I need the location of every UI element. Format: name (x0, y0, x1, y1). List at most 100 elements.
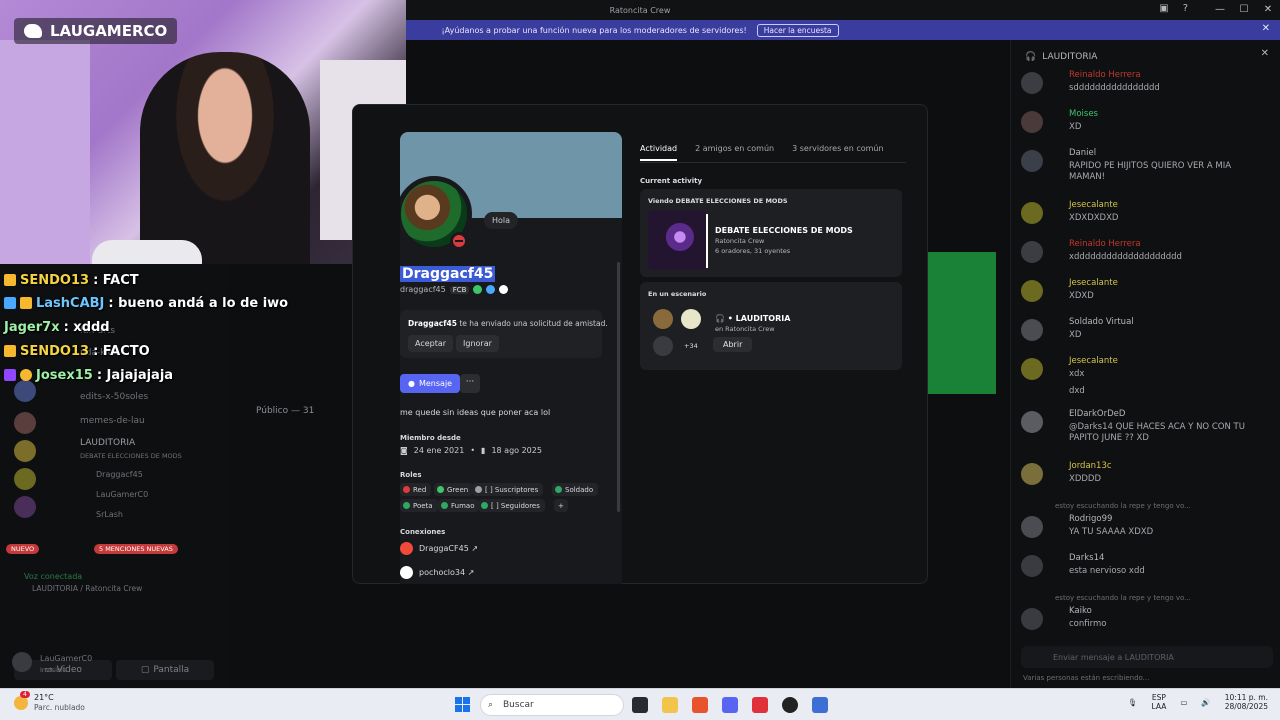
msg-author[interactable]: Darks14 (1069, 553, 1104, 563)
avatar[interactable] (1021, 202, 1043, 224)
msg-author[interactable]: Rodrigo99 (1069, 514, 1112, 524)
nitro-badge-icon[interactable] (473, 285, 483, 294)
start-button[interactable] (455, 697, 470, 712)
tab-mutual-friends[interactable]: 2 amigos en común (695, 144, 774, 161)
file-explorer-icon[interactable] (662, 697, 678, 713)
role-color-dot (437, 486, 444, 493)
anydesk-icon[interactable] (752, 697, 768, 713)
language-indicator[interactable]: ESP LAA (1152, 693, 1167, 712)
role-chip[interactable]: Poeta (400, 499, 438, 512)
survey-button[interactable]: Hacer la encuesta (756, 23, 839, 37)
crown-badge-icon (4, 345, 16, 357)
close-icon[interactable]: ✕ (1262, 23, 1270, 34)
avatar[interactable] (1021, 72, 1043, 94)
avatar[interactable] (12, 652, 32, 672)
activity-card-watching[interactable]: Viendo DEBATE ELECCIONES DE MODS DEBATE … (640, 189, 902, 277)
open-stage-button[interactable]: Abrir (713, 337, 753, 352)
msg-author[interactable]: Jesecalante (1069, 200, 1118, 210)
channel-edits[interactable]: edits-x-50soles (80, 392, 148, 402)
msg-author[interactable]: Reinaldo Herrera (1069, 239, 1141, 249)
profile-username[interactable]: draggacf45 (400, 285, 446, 294)
msg-author[interactable]: Jordan13c (1069, 461, 1112, 471)
connection-item[interactable]: DraggaCF45 ↗ (400, 542, 478, 555)
role-chip[interactable]: Green (434, 483, 474, 496)
server-icon[interactable] (14, 496, 36, 518)
tab-activity[interactable]: Actividad (640, 144, 678, 161)
voice-user[interactable]: SrLash (96, 510, 123, 519)
reply-preview[interactable]: estoy escuchando la repe y tengo vo... (1055, 594, 1191, 602)
role-chip[interactable]: Red (400, 483, 432, 496)
msg-author[interactable]: ElDarkOrDeD (1069, 409, 1125, 419)
avatar[interactable] (1021, 358, 1043, 380)
more-button[interactable]: ··· (460, 374, 480, 393)
tab-divider (640, 162, 906, 163)
role-chip[interactable]: Fumao (438, 499, 480, 512)
task-view-icon[interactable] (632, 697, 648, 713)
calculator-icon[interactable] (812, 697, 828, 713)
add-role-button[interactable]: + (554, 499, 568, 512)
msg-author[interactable]: Soldado Virtual (1069, 317, 1134, 327)
clock[interactable]: 10:11 p. m. 28/08/2025 (1225, 693, 1268, 712)
reddit-icon (400, 542, 413, 555)
voice-user[interactable]: LauGamerC0 (96, 490, 148, 499)
msg-author[interactable]: Reinaldo Herrera (1069, 70, 1141, 80)
microphone-icon[interactable]: 🎙 (1128, 698, 1138, 707)
profile-scrollbar[interactable] (617, 262, 620, 512)
volume-icon[interactable]: 🔊 (1201, 698, 1210, 707)
avatar[interactable] (1021, 516, 1043, 538)
msg-text: xdx (1069, 369, 1085, 379)
server-icon[interactable] (14, 440, 36, 462)
current-activity-label: Current activity (640, 177, 703, 185)
activity-card-stage[interactable]: En un escenario +34 🎧 • LAUDITORIA en Ra… (640, 282, 902, 370)
avatar[interactable] (1021, 280, 1043, 302)
msg-author[interactable]: Jesecalante (1069, 278, 1118, 288)
inbox-icon[interactable]: ▣ (1159, 3, 1168, 14)
quest-badge-icon[interactable] (499, 285, 509, 294)
channel-memes[interactable]: memes-de-lau (80, 416, 145, 426)
avatar[interactable] (1021, 241, 1043, 263)
msg-author[interactable]: Kaiko (1069, 606, 1092, 616)
avatar[interactable] (1021, 608, 1043, 630)
brave-browser-icon[interactable] (692, 697, 708, 713)
chat-message-input[interactable]: Enviar mensaje a LAUDITORIA (1021, 646, 1273, 668)
voice-channel-name[interactable]: LAUDITORIA (80, 438, 135, 448)
connection-item[interactable]: pochoclo34 ↗ (400, 566, 474, 579)
avatar[interactable] (1021, 150, 1043, 172)
ignore-button[interactable]: Ignorar (456, 335, 499, 352)
screen-share-button[interactable]: ▢ Pantalla (116, 660, 214, 680)
stream-chat-line: SENDO13 : FACTO (4, 341, 150, 361)
accept-button[interactable]: Aceptar (408, 335, 454, 352)
avatar[interactable] (1021, 463, 1043, 485)
minimize-button[interactable]: — (1208, 0, 1232, 20)
msg-author[interactable]: Moises (1069, 109, 1098, 119)
avatar[interactable] (1021, 111, 1043, 133)
server-icon[interactable] (14, 468, 36, 490)
taskbar-search[interactable]: ⌕ Buscar (480, 694, 624, 716)
avatar[interactable] (1021, 319, 1043, 341)
help-icon[interactable]: ? (1183, 3, 1188, 14)
avatar[interactable] (1021, 555, 1043, 577)
stage-tile[interactable] (928, 252, 996, 394)
msg-author[interactable]: Daniel (1069, 148, 1096, 158)
network-icon[interactable]: ▭ (1180, 698, 1187, 707)
discord-icon[interactable] (722, 697, 738, 713)
message-button[interactable]: ● Mensaje (400, 374, 461, 393)
avatar[interactable] (1021, 411, 1043, 433)
boost-badge-icon[interactable] (486, 285, 496, 294)
role-chip[interactable]: Soldado (552, 483, 599, 496)
role-chip[interactable]: [ ] Seguidores (478, 499, 545, 512)
msg-author[interactable]: Jesecalante (1069, 356, 1118, 366)
role-chip[interactable]: [ ] Suscriptores (472, 483, 544, 496)
connection-name: DraggaCF45 ↗ (419, 544, 479, 553)
clan-tag[interactable]: FCB (449, 285, 470, 294)
tab-mutual-servers[interactable]: 3 servidores en común (792, 144, 883, 161)
reply-preview[interactable]: estoy escuchando la repe y tengo vo... (1055, 502, 1191, 510)
obs-icon[interactable] (782, 697, 798, 713)
maximize-button[interactable]: ☐ (1232, 0, 1256, 20)
voice-user[interactable]: Draggacf45 (96, 470, 143, 479)
close-window-button[interactable]: ✕ (1256, 0, 1280, 20)
server-icon[interactable] (14, 412, 36, 434)
close-icon[interactable]: ✕ (1261, 48, 1269, 59)
mentions-badge[interactable]: 5 MENCIONES NUEVAS (94, 544, 178, 554)
new-badge[interactable]: NUEVO (6, 544, 40, 554)
